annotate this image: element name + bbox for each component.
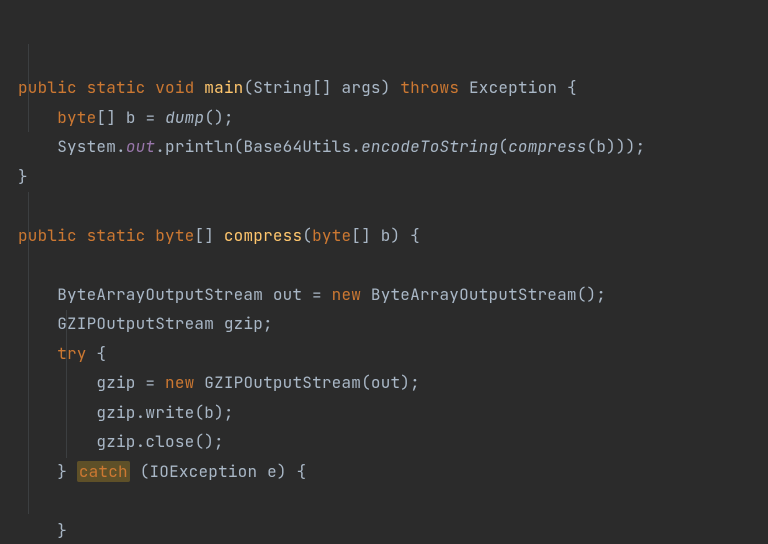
type-string: String	[253, 77, 312, 98]
blank-line	[18, 195, 28, 216]
code-line: } catch (IOException e) {	[18, 461, 306, 482]
code-line: gzip.close();	[18, 431, 224, 452]
blank-line	[18, 490, 28, 511]
code-line: }	[18, 166, 28, 187]
keyword-try: try	[57, 343, 86, 364]
code-line: public static byte[] compress(byte[] b) …	[18, 225, 420, 246]
keyword-byte: byte	[57, 107, 96, 128]
code-line: System.out.println(Base64Utils.encodeToS…	[18, 136, 645, 157]
code-line: GZIPOutputStream gzip;	[18, 313, 273, 334]
code-line: gzip = new GZIPOutputStream(out);	[18, 372, 420, 393]
code-line: ByteArrayOutputStream out = new ByteArra…	[18, 284, 606, 305]
code-line: }	[18, 520, 67, 541]
field-out: out	[126, 136, 155, 157]
keyword-catch-highlighted: catch	[77, 461, 130, 482]
code-line: gzip.write(b);	[18, 402, 234, 423]
keyword-public: public	[18, 77, 77, 98]
keyword-void: void	[155, 77, 194, 98]
keyword-throws: throws	[400, 77, 459, 98]
keyword-new: new	[332, 284, 361, 305]
code-line: byte[] b = dump();	[18, 107, 234, 128]
blank-line	[18, 254, 28, 275]
method-name-main: main	[204, 77, 243, 98]
method-name-compress: compress	[224, 225, 302, 246]
code-line: try {	[18, 343, 106, 364]
call-dump: dump	[165, 107, 204, 128]
code-editor[interactable]: public static void main(String[] args) t…	[0, 0, 768, 544]
code-line: public static void main(String[] args) t…	[18, 77, 577, 98]
keyword-static: static	[87, 77, 146, 98]
